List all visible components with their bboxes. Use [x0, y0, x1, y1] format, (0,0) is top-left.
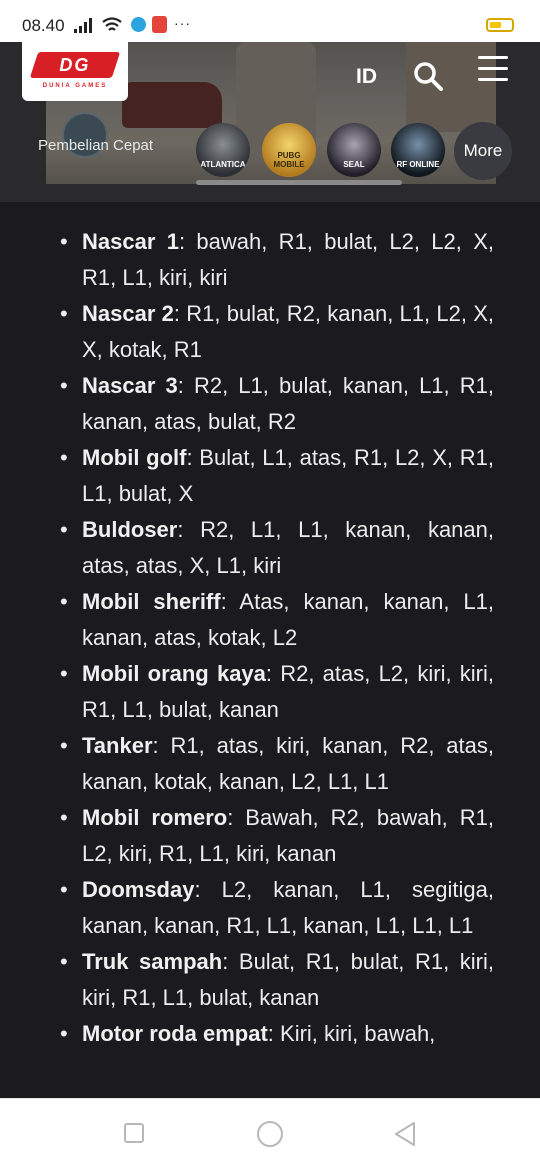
list-item: Nascar 3: R2, L1, bulat, kanan, L1, R1, … [60, 368, 494, 440]
more-games-button[interactable]: More [454, 122, 512, 180]
list-item: Buldoser: R2, L1, L1, kanan, kanan, atas… [60, 512, 494, 584]
status-bar: 08.40 ··· [0, 0, 540, 42]
article-content: Nascar 1: bawah, R1, bulat, L2, L2, X, R… [0, 202, 540, 1098]
home-icon[interactable] [257, 1121, 283, 1147]
list-item: Doomsday: L2, kanan, L1, segitiga, kanan… [60, 872, 494, 944]
list-item: Nascar 2: R1, bulat, R2, kanan, L1, L2, … [60, 296, 494, 368]
search-icon[interactable] [412, 60, 444, 92]
site-header: DG DUNIA GAMES ID Pembelian Cepat ATLANT… [0, 42, 540, 202]
telegram-icon [131, 17, 146, 32]
cheat-name: Mobil romero [82, 805, 228, 830]
system-navigation-bar [0, 1098, 540, 1171]
store-icon [152, 16, 167, 33]
game-seal[interactable]: SEAL [327, 123, 381, 177]
cheat-name: Buldoser [82, 517, 178, 542]
game-pubg-mobile[interactable]: PUBG MOBILE [262, 123, 316, 177]
cheat-name: Tanker [82, 733, 153, 758]
game-atlantica[interactable]: ATLANTICA [196, 123, 250, 177]
cheat-name: Mobil golf [82, 445, 187, 470]
cheat-name: Doomsday [82, 877, 195, 902]
list-item: Mobil orang kaya: R2, atas, L2, kiri, ki… [60, 656, 494, 728]
battery-icon [486, 18, 514, 32]
list-item: Truk sampah: Bulat, R1, bulat, R1, kiri,… [60, 944, 494, 1016]
cheat-name: Mobil sheriff [82, 589, 221, 614]
cheat-name: Nascar 1 [82, 229, 179, 254]
list-item: Mobil golf: Bulat, L1, atas, R1, L2, X, … [60, 440, 494, 512]
cheat-name: Mobil orang kaya [82, 661, 266, 686]
signal-icon [74, 18, 92, 33]
list-item: Tanker: R1, atas, kiri, kanan, R2, atas,… [60, 728, 494, 800]
cheat-name: Nascar 3 [82, 373, 178, 398]
cheat-code: : Kiri, kiri, bawah, [267, 1021, 436, 1046]
recent-apps-icon[interactable] [124, 1123, 144, 1143]
dunia-games-logo[interactable]: DG DUNIA GAMES [22, 42, 128, 101]
quick-purchase[interactable]: Pembelian Cepat [38, 112, 168, 172]
hamburger-menu-icon[interactable] [478, 56, 508, 82]
carousel-scroll-indicator[interactable] [196, 180, 402, 185]
cheat-name: Motor roda empat [82, 1021, 268, 1046]
list-item: Motor roda empat: Kiri, kiri, bawah, [60, 1016, 494, 1052]
list-item: Mobil romero: Bawah, R2, bawah, R1, L2, … [60, 800, 494, 872]
back-icon[interactable] [392, 1121, 418, 1147]
cheat-name: Truk sampah [82, 949, 223, 974]
status-time: 08.40 [22, 16, 65, 35]
cheat-name: Nascar 2 [82, 301, 174, 326]
list-item: Mobil sheriff: Atas, kanan, kanan, L1, k… [60, 584, 494, 656]
more-dots-icon: ··· [174, 15, 191, 31]
language-switch[interactable]: ID [356, 65, 377, 89]
game-rf-online[interactable]: RF ONLINE [391, 123, 445, 177]
wifi-icon [102, 17, 122, 31]
quick-purchase-label: Pembelian Cepat [38, 137, 154, 154]
cheat-list: Nascar 1: bawah, R1, bulat, L2, L2, X, R… [0, 202, 540, 1052]
list-item: Nascar 1: bawah, R1, bulat, L2, L2, X, R… [60, 224, 494, 296]
